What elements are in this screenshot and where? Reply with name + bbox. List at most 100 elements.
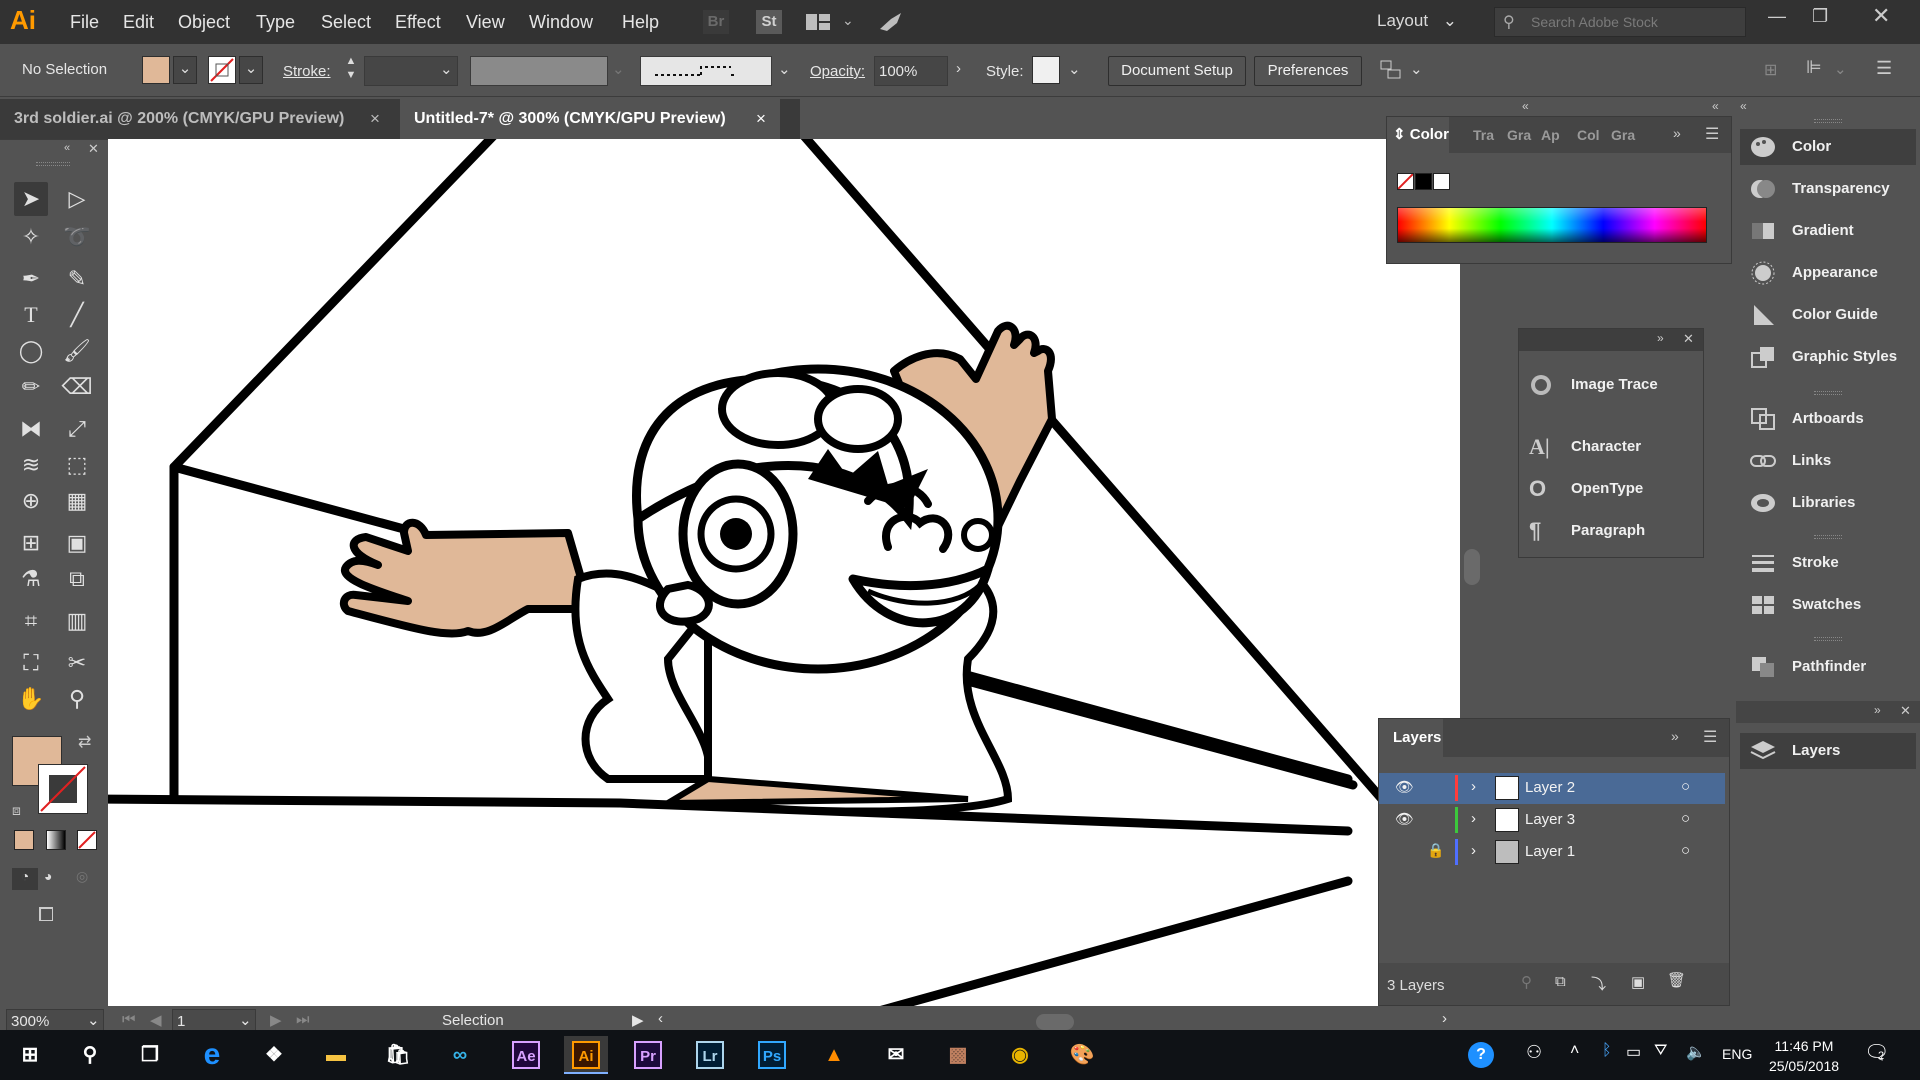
paint-app-icon[interactable]: 🎨 — [1060, 1036, 1104, 1074]
white-swatch[interactable] — [1433, 173, 1450, 190]
eraser-tool-icon[interactable]: ⌫ — [60, 370, 94, 404]
curvature-tool-icon[interactable]: ✎ — [60, 262, 94, 296]
premiere-icon[interactable]: Pr — [626, 1036, 670, 1074]
symbol-sprayer-tool-icon[interactable]: ⌗ — [14, 604, 48, 638]
layer-row[interactable]: 👁 › Layer 3 ○ — [1379, 805, 1725, 836]
action-center-icon[interactable]: 🗨 2 — [1864, 1040, 1889, 1065]
close-window-button[interactable]: ✕ — [1872, 3, 1890, 29]
chevron-down-icon[interactable]: ⌄ — [1834, 60, 1847, 78]
stroke-weight-stepper[interactable]: ▲ ▼ — [342, 54, 360, 86]
stroke-label[interactable]: Stroke: — [283, 63, 331, 80]
menu-object[interactable]: Object — [178, 12, 230, 33]
close-icon[interactable]: × — [756, 99, 766, 139]
network-icon[interactable]: ⛛ — [1654, 1042, 1667, 1060]
previous-artboard-icon[interactable]: ◀ — [150, 1011, 162, 1029]
selection-tool-icon[interactable]: ➤ — [14, 182, 48, 216]
language-indicator[interactable]: ENG — [1722, 1046, 1752, 1062]
stroke-color-box[interactable] — [38, 764, 88, 814]
direct-selection-tool-icon[interactable]: ▷ — [60, 182, 94, 216]
none-mode-icon[interactable] — [77, 830, 97, 850]
task-view-icon[interactable]: ❐ — [128, 1036, 172, 1074]
collapse-toolbox-icon[interactable]: « — [64, 142, 70, 154]
ellipse-tool-icon[interactable]: ◯ — [14, 334, 48, 368]
collapse-panels-icon[interactable]: « — [1712, 99, 1719, 113]
dock-grip[interactable] — [1814, 391, 1842, 395]
dock-item-transparency[interactable]: Transparency — [1740, 171, 1916, 207]
draw-inside-icon[interactable]: ◎ — [76, 868, 88, 885]
help-tray-icon[interactable]: ? — [1468, 1042, 1494, 1068]
eyedropper-tool-icon[interactable]: ⚗ — [14, 562, 48, 596]
show-hidden-icons[interactable]: ˄ — [1570, 1042, 1579, 1060]
dock-item-artboards[interactable]: Artboards — [1740, 401, 1916, 437]
screen-mode-icon[interactable]: ⧠ — [38, 904, 54, 927]
display-icon[interactable]: ▭ — [1626, 1042, 1641, 1062]
fill-dropdown[interactable]: ⌄ — [173, 56, 197, 84]
collapse-panels-icon[interactable]: « — [1522, 99, 1529, 113]
menu-effect[interactable]: Effect — [395, 12, 441, 33]
dock-item-gradient[interactable]: Gradient — [1740, 213, 1916, 249]
stock-icon[interactable]: St — [756, 10, 782, 34]
stroke-dropdown[interactable]: ⌄ — [239, 56, 263, 84]
layer-row[interactable]: 👁 › Layer 2 ○ — [1379, 773, 1725, 804]
magic-wand-tool-icon[interactable]: ✧ — [14, 220, 48, 254]
eye-icon[interactable]: 👁 — [1395, 778, 1414, 796]
tab-untitled-7[interactable]: Untitled-7* @ 300% (CMYK/GPU Preview) × — [400, 99, 780, 139]
artboard-tool-icon[interactable]: ⛶ — [14, 646, 48, 680]
mesh-tool-icon[interactable]: ⊞ — [14, 526, 48, 560]
close-icon[interactable]: ✕ — [88, 141, 99, 157]
draw-normal-icon[interactable]: ◔ — [12, 868, 38, 890]
status-menu-icon[interactable]: ▶ — [632, 1011, 644, 1029]
hand-tool-icon[interactable]: ✋ — [14, 682, 48, 716]
dock-item-libraries[interactable]: Libraries — [1740, 485, 1916, 521]
chevron-down-icon[interactable]: ⌄ — [612, 60, 625, 78]
illustrator-icon[interactable]: Ai — [564, 1036, 608, 1074]
layer-name[interactable]: Layer 3 — [1525, 811, 1575, 828]
graphic-style-swatch[interactable] — [1032, 56, 1060, 84]
gpu-performance-icon[interactable] — [877, 9, 905, 35]
panel-item-image-trace[interactable]: Image Trace — [1519, 367, 1695, 403]
chevron-down-icon[interactable]: ⌄ — [440, 60, 453, 78]
panel-menu-icon[interactable]: ☰ — [1703, 727, 1717, 747]
first-artboard-icon[interactable]: ⏮ — [122, 1011, 136, 1028]
panel-item-opentype[interactable]: O OpenType — [1519, 471, 1695, 507]
edge-icon[interactable]: e — [190, 1036, 234, 1074]
swap-fill-stroke-icon[interactable]: ⇄ — [78, 732, 91, 752]
chevron-right-icon[interactable]: › — [1471, 778, 1476, 795]
draw-behind-icon[interactable]: ◕ — [44, 868, 52, 884]
clipping-mask-icon[interactable]: ⧉ — [1555, 973, 1566, 990]
close-icon[interactable]: ✕ — [1900, 703, 1911, 719]
dock-grip[interactable] — [1814, 535, 1842, 539]
dock-item-layers[interactable]: Layers — [1740, 733, 1916, 769]
file-explorer-icon[interactable]: ▬ — [314, 1036, 358, 1074]
scale-tool-icon[interactable]: ⤢ — [60, 412, 94, 446]
chevron-down-icon[interactable]: ⌄ — [1410, 60, 1423, 78]
vlc-icon[interactable]: ▲ — [812, 1036, 856, 1074]
lightroom-icon[interactable]: Lr — [688, 1036, 732, 1074]
horizontal-scroll-left-icon[interactable]: ‹ — [658, 1010, 663, 1027]
menu-file[interactable]: File — [70, 12, 99, 33]
new-sublayer-icon[interactable]: ⤵ — [1591, 973, 1606, 994]
shape-builder-tool-icon[interactable]: ⊕ — [14, 484, 48, 518]
tab-layers[interactable]: Layers — [1379, 719, 1443, 757]
infinity-app-icon[interactable]: ∞ — [438, 1036, 482, 1074]
stroke-swatch[interactable] — [208, 56, 236, 84]
search-icon[interactable]: ⚲ — [68, 1036, 112, 1074]
toolbox-grip[interactable] — [36, 162, 70, 166]
bluetooth-icon[interactable]: ᛒ — [1602, 1042, 1612, 1060]
color-spectrum[interactable] — [1397, 207, 1707, 243]
bridge-icon[interactable]: Br — [703, 10, 729, 34]
dock-item-graphic-styles[interactable]: Graphic Styles — [1740, 339, 1916, 375]
after-effects-icon[interactable]: Ae — [504, 1036, 548, 1074]
dock-grip[interactable] — [1814, 119, 1842, 123]
chevron-right-icon[interactable]: › — [1471, 810, 1476, 827]
mail-icon[interactable]: ✉ — [874, 1036, 918, 1074]
slice-tool-icon[interactable]: ✂ — [60, 646, 94, 680]
artboard-canvas[interactable] — [108, 139, 1460, 1006]
none-swatch[interactable] — [1397, 173, 1414, 190]
warp-tool-icon[interactable]: ≋ — [14, 448, 48, 482]
search-stock-input[interactable]: ⚲ Search Adobe Stock — [1494, 7, 1746, 37]
panel-grid-icon[interactable]: ⊞ — [1764, 60, 1777, 80]
menu-window[interactable]: Window — [529, 12, 593, 33]
default-fill-stroke-icon[interactable]: ⧈ — [12, 802, 21, 819]
arrange-documents-icon[interactable] — [805, 12, 833, 32]
